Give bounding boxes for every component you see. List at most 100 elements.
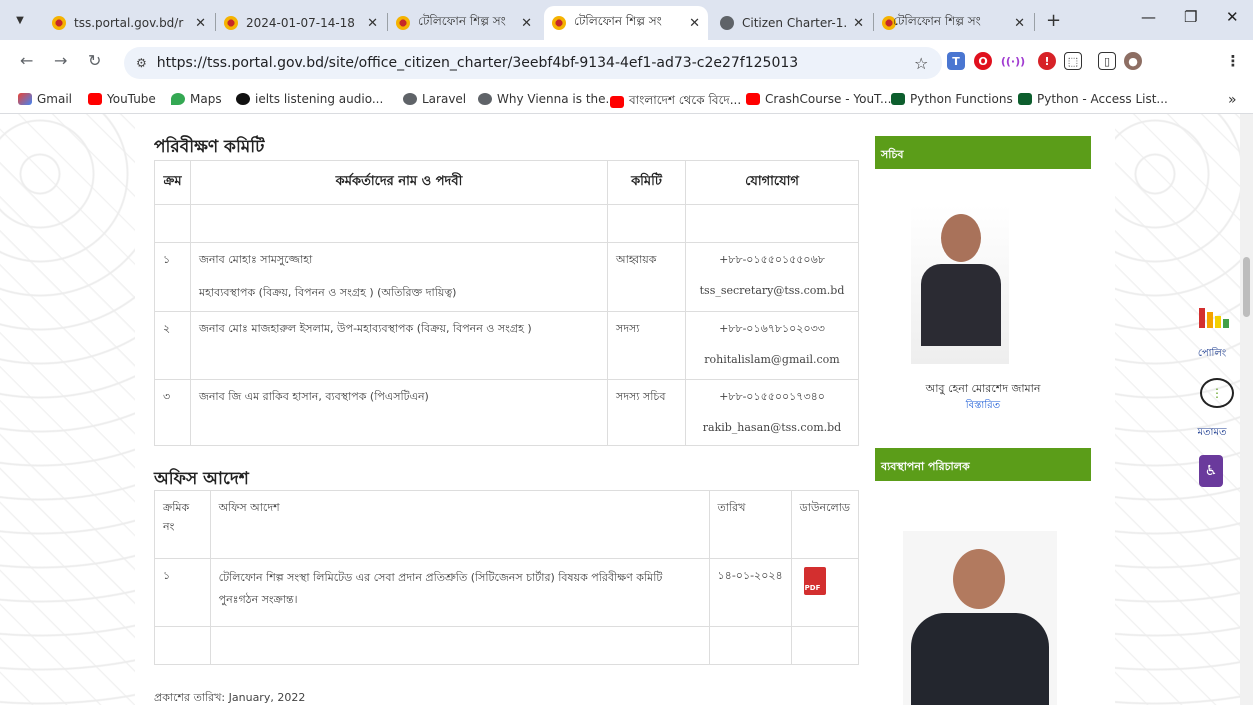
reload-icon[interactable]: ↻ bbox=[88, 51, 101, 70]
adblock-extension-icon[interactable]: ! bbox=[1038, 52, 1056, 70]
more-bookmarks-icon[interactable]: » bbox=[1228, 92, 1237, 108]
bookmark-crashcourse[interactable]: CrashCourse - YouT... bbox=[746, 92, 891, 106]
col-header-contact: যোগাযোগ bbox=[685, 160, 859, 205]
tab-1[interactable]: tss.portal.gov.bd/r ✕ bbox=[44, 6, 214, 40]
bookmark-label: Python - Access List... bbox=[1037, 92, 1168, 106]
feedback-label[interactable]: মতামত bbox=[1188, 425, 1236, 442]
tab-title: tss.portal.gov.bd/r bbox=[74, 16, 184, 30]
bookmark-gmail[interactable]: Gmail bbox=[18, 92, 72, 106]
bookmark-ielts[interactable]: ielts listening audio... bbox=[236, 92, 383, 106]
close-icon[interactable]: ✕ bbox=[367, 16, 378, 31]
w3schools-icon bbox=[891, 93, 905, 105]
menu-dots-icon[interactable]: ⋮ bbox=[1224, 52, 1242, 70]
member-phone: +৮৮-০১৫৫০১৫৫০৬৮ bbox=[719, 253, 825, 266]
cell-contact: +৮৮-০১৬৭৮১০২০৩৩ rohitalislam@gmail.com bbox=[685, 311, 859, 380]
maps-pin-icon bbox=[171, 93, 185, 105]
col-header-name: কর্মকর্তাদের নাম ও পদবী bbox=[190, 160, 608, 205]
cell-contact: +৮৮-০১৫৫০০১৭৩৪০ rakib_hasan@tss.com.bd bbox=[685, 379, 859, 446]
site-favicon-icon bbox=[552, 16, 566, 30]
tab-6-label[interactable]: টেলিফোন শিল্প সং ✕ bbox=[893, 6, 1025, 40]
audio-extension-icon[interactable]: ((·)) bbox=[1001, 52, 1025, 70]
site-favicon-icon bbox=[396, 16, 410, 30]
member-email: rohitalislam@gmail.com bbox=[704, 353, 840, 366]
bookmark-vienna[interactable]: Why Vienna is the... bbox=[478, 92, 617, 106]
extensions-puzzle-icon[interactable]: ⬚ bbox=[1064, 52, 1082, 70]
bookmark-python-functions[interactable]: Python Functions bbox=[891, 92, 1013, 106]
close-icon[interactable]: ✕ bbox=[195, 16, 206, 31]
secretary-header: সচিব bbox=[875, 136, 1091, 169]
bookmark-label: CrashCourse - YouT... bbox=[765, 92, 892, 106]
bookmark-youtube[interactable]: YouTube bbox=[88, 92, 156, 106]
tab-search-chevron-icon[interactable]: ▼ bbox=[8, 8, 32, 32]
cell-name: জনাব মোঃ মাজহারুল ইসলাম, উপ-মহাব্যবস্থাপ… bbox=[190, 311, 608, 380]
bookmark-label: YouTube bbox=[107, 92, 156, 106]
page-scrollbar[interactable] bbox=[1240, 114, 1253, 705]
cell-serial: ১ bbox=[154, 558, 211, 627]
close-icon[interactable]: ✕ bbox=[689, 16, 700, 31]
globe-icon bbox=[478, 93, 492, 105]
pdf-download-icon[interactable]: PDF bbox=[803, 567, 826, 595]
face-shape bbox=[941, 214, 981, 262]
window-close-icon[interactable]: ✕ bbox=[1226, 8, 1239, 26]
tab-title: টেলিফোন শিল্প সং bbox=[418, 14, 506, 28]
suit-shape bbox=[911, 613, 1049, 705]
cell-role: সদস্য bbox=[607, 311, 686, 380]
youtube-icon bbox=[610, 96, 624, 108]
md-photo bbox=[903, 531, 1057, 705]
cell-date: ১৪-০১-২০২৪ bbox=[708, 558, 792, 627]
site-info-icon[interactable]: ⚙ bbox=[136, 56, 147, 70]
tab-5[interactable]: Citizen Charter-1.p ✕ bbox=[712, 6, 872, 40]
tab-strip: ▼ tss.portal.gov.bd/r ✕ 2024-01-07-14-18… bbox=[0, 0, 1253, 40]
member-phone: +৮৮-০১৫৫০০১৭৩৪০ bbox=[719, 390, 825, 403]
restore-icon[interactable]: ❐ bbox=[1184, 8, 1197, 26]
cell-name: জনাব জি এম রাকিব হাসান, ব্যবস্থাপক (পিএস… bbox=[190, 379, 608, 446]
side-panel-icon[interactable]: ▯ bbox=[1098, 52, 1116, 70]
bookmark-star-icon[interactable]: ☆ bbox=[914, 54, 928, 73]
bookmark-label: Maps bbox=[190, 92, 222, 106]
col-header-serial: ক্রমিক নং bbox=[154, 490, 211, 559]
table-row-empty bbox=[154, 626, 860, 665]
bookmark-label: Laravel bbox=[422, 92, 467, 106]
site-favicon-icon bbox=[224, 16, 238, 30]
cell-serial: ৩ bbox=[154, 379, 191, 446]
tab-2[interactable]: 2024-01-07-14-18 ✕ bbox=[216, 6, 386, 40]
close-icon[interactable]: ✕ bbox=[853, 16, 864, 31]
secretary-details-link[interactable]: বিস্তারিত bbox=[875, 398, 1091, 415]
tab-4-active[interactable]: টেলিফোন শিল্প সং ✕ bbox=[544, 6, 708, 40]
polling-label[interactable]: পোলিং bbox=[1188, 346, 1236, 363]
cell-role: আহ্বায়ক bbox=[607, 242, 686, 312]
secretary-name: আবু হেনা মোরশেদ জামান bbox=[925, 382, 1041, 395]
gmail-icon bbox=[18, 93, 32, 105]
globe-icon bbox=[720, 16, 734, 30]
polling-chart-icon[interactable] bbox=[1199, 308, 1235, 328]
close-icon[interactable]: ✕ bbox=[521, 16, 532, 31]
profile-avatar[interactable]: ● bbox=[1124, 52, 1142, 70]
back-icon[interactable]: ← bbox=[20, 51, 33, 70]
new-tab-icon[interactable]: + bbox=[1046, 10, 1061, 31]
translate-extension-icon[interactable]: T bbox=[947, 52, 965, 70]
face-shape bbox=[953, 549, 1005, 609]
tab-divider bbox=[1034, 13, 1035, 31]
tab-title: Citizen Charter-1.p bbox=[742, 16, 848, 30]
accessibility-icon[interactable]: ♿ bbox=[1199, 455, 1223, 487]
cell-download: PDF bbox=[790, 558, 860, 627]
scrollbar-thumb[interactable] bbox=[1243, 257, 1250, 317]
minimize-icon[interactable]: — bbox=[1141, 8, 1156, 26]
md-header: ব্যবস্থাপনা পরিচালক bbox=[875, 448, 1091, 481]
close-icon[interactable]: ✕ bbox=[1014, 16, 1025, 31]
feedback-chat-icon[interactable]: ⋮ bbox=[1200, 378, 1234, 408]
table-row: ১ জনাব মোহাঃ সামসুজ্জোহা মহাব্যবস্থাপক (ব… bbox=[154, 242, 859, 312]
publish-date: প্রকাশের তারিখ: January, 2022 bbox=[154, 691, 306, 704]
table-row: ৩ জনাব জি এম রাকিব হাসান, ব্যবস্থাপক (পি… bbox=[154, 379, 859, 446]
bookmark-python-access[interactable]: Python - Access List... bbox=[1018, 92, 1168, 106]
tab-3[interactable]: টেলিফোন শিল্প সং ✕ bbox=[388, 6, 540, 40]
right-decorative-pattern bbox=[1115, 114, 1240, 705]
forward-icon[interactable]: → bbox=[54, 51, 67, 70]
address-bar[interactable]: ⚙ https://tss.portal.gov.bd/site/office_… bbox=[124, 47, 942, 79]
bookmark-maps[interactable]: Maps bbox=[171, 92, 222, 106]
opera-extension-icon[interactable]: O bbox=[974, 52, 992, 70]
bookmark-laravel[interactable]: Laravel bbox=[403, 92, 466, 106]
member-email: rakib_hasan@tss.com.bd bbox=[702, 421, 842, 434]
office-orders-table: ক্রমিক নং অফিস আদেশ তারিখ ডাউনলোড ১ টেলি… bbox=[154, 490, 860, 665]
bookmark-bangladesh[interactable]: বাংলাদেশ থেকে বিদে... bbox=[610, 92, 741, 112]
